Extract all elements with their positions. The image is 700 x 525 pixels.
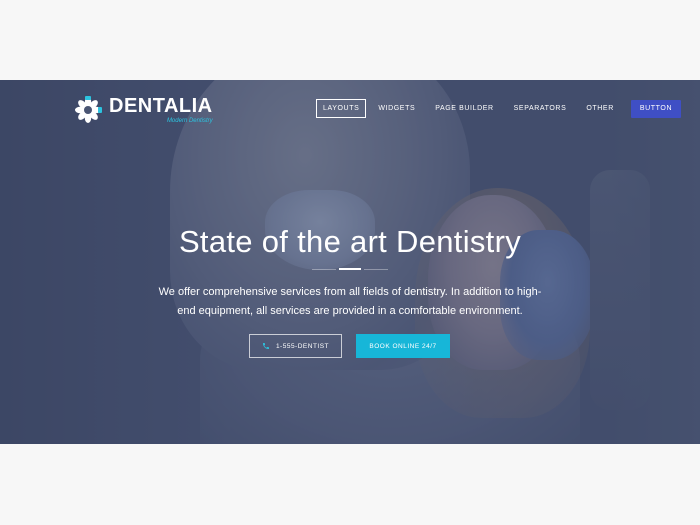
brand-tagline: Modern Dentistry [166,117,213,124]
nav-item-page-builder[interactable]: PAGE BUILDER [427,100,501,118]
hero-background-photo [0,80,700,444]
nav-item-layouts[interactable]: LAYOUTS [316,99,367,118]
nav-item-widgets[interactable]: WIDGETS [370,100,423,118]
nav-item-separators[interactable]: SEPARATORS [506,100,575,118]
brand-name: DENTALIA [109,94,213,117]
phone-icon [262,342,270,350]
hero-description: We offer comprehensive services from all… [158,286,542,317]
tooth-flower-logo-icon [73,95,103,125]
main-nav: LAYOUTS WIDGETS PAGE BUILDER SEPARATORS … [316,99,682,118]
nav-item-other[interactable]: OTHER [578,100,622,118]
title-divider [312,268,388,270]
book-online-button[interactable]: BOOK ONLINE 24/7 [356,334,450,358]
nav-button[interactable]: BUTTON [630,99,682,118]
phone-button-label: 1-555-DENTIST [275,342,330,350]
hero-title: State of the art Dentistry [178,224,522,259]
hero-section: DENTALIA Modern Dentistry LAYOUTS WIDGET… [0,80,700,444]
site-logo[interactable]: DENTALIA Modern Dentistry [73,95,213,125]
phone-button[interactable]: 1-555-DENTIST [249,334,342,358]
